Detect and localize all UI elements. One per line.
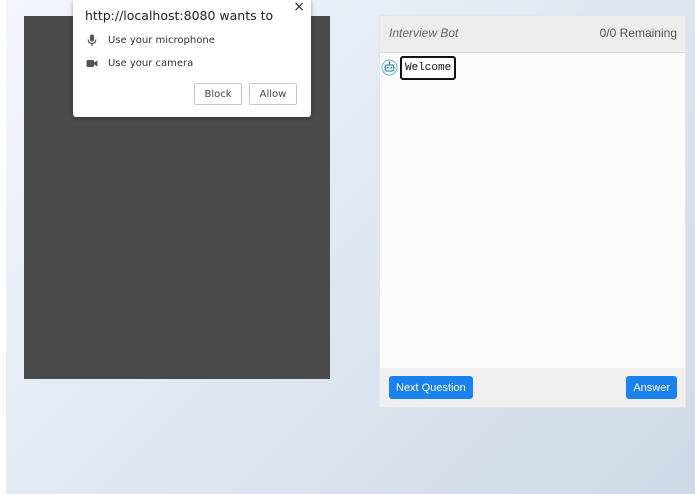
chat-title: Interview Bot bbox=[389, 26, 459, 40]
remaining-counter: 0/0 Remaining bbox=[599, 26, 677, 40]
close-icon[interactable]: × bbox=[293, 0, 305, 14]
camera-icon bbox=[85, 56, 99, 70]
block-button[interactable]: Block bbox=[194, 83, 242, 105]
permission-microphone: Use your microphone bbox=[85, 33, 215, 47]
microphone-icon bbox=[85, 33, 99, 47]
permission-prompt: http://localhost:8080 wants to × Use you… bbox=[73, 0, 311, 117]
permission-prompt-title: http://localhost:8080 wants to bbox=[85, 8, 274, 23]
interview-bot-panel: Interview Bot 0/0 Remaining Welcome Next… bbox=[379, 15, 686, 408]
bot-message: Welcome bbox=[400, 56, 457, 80]
bot-avatar-icon bbox=[381, 59, 398, 76]
answer-button[interactable]: Answer bbox=[626, 376, 677, 399]
permission-camera-label: Use your camera bbox=[108, 57, 194, 69]
chat-header: Interview Bot 0/0 Remaining bbox=[380, 16, 685, 53]
allow-button[interactable]: Allow bbox=[249, 83, 297, 105]
next-question-button[interactable]: Next Question bbox=[389, 376, 473, 399]
permission-microphone-label: Use your microphone bbox=[108, 34, 215, 46]
chat-messages: Welcome bbox=[380, 53, 685, 369]
permission-camera: Use your camera bbox=[85, 56, 193, 70]
chat-footer: Next Question Answer bbox=[380, 368, 685, 407]
